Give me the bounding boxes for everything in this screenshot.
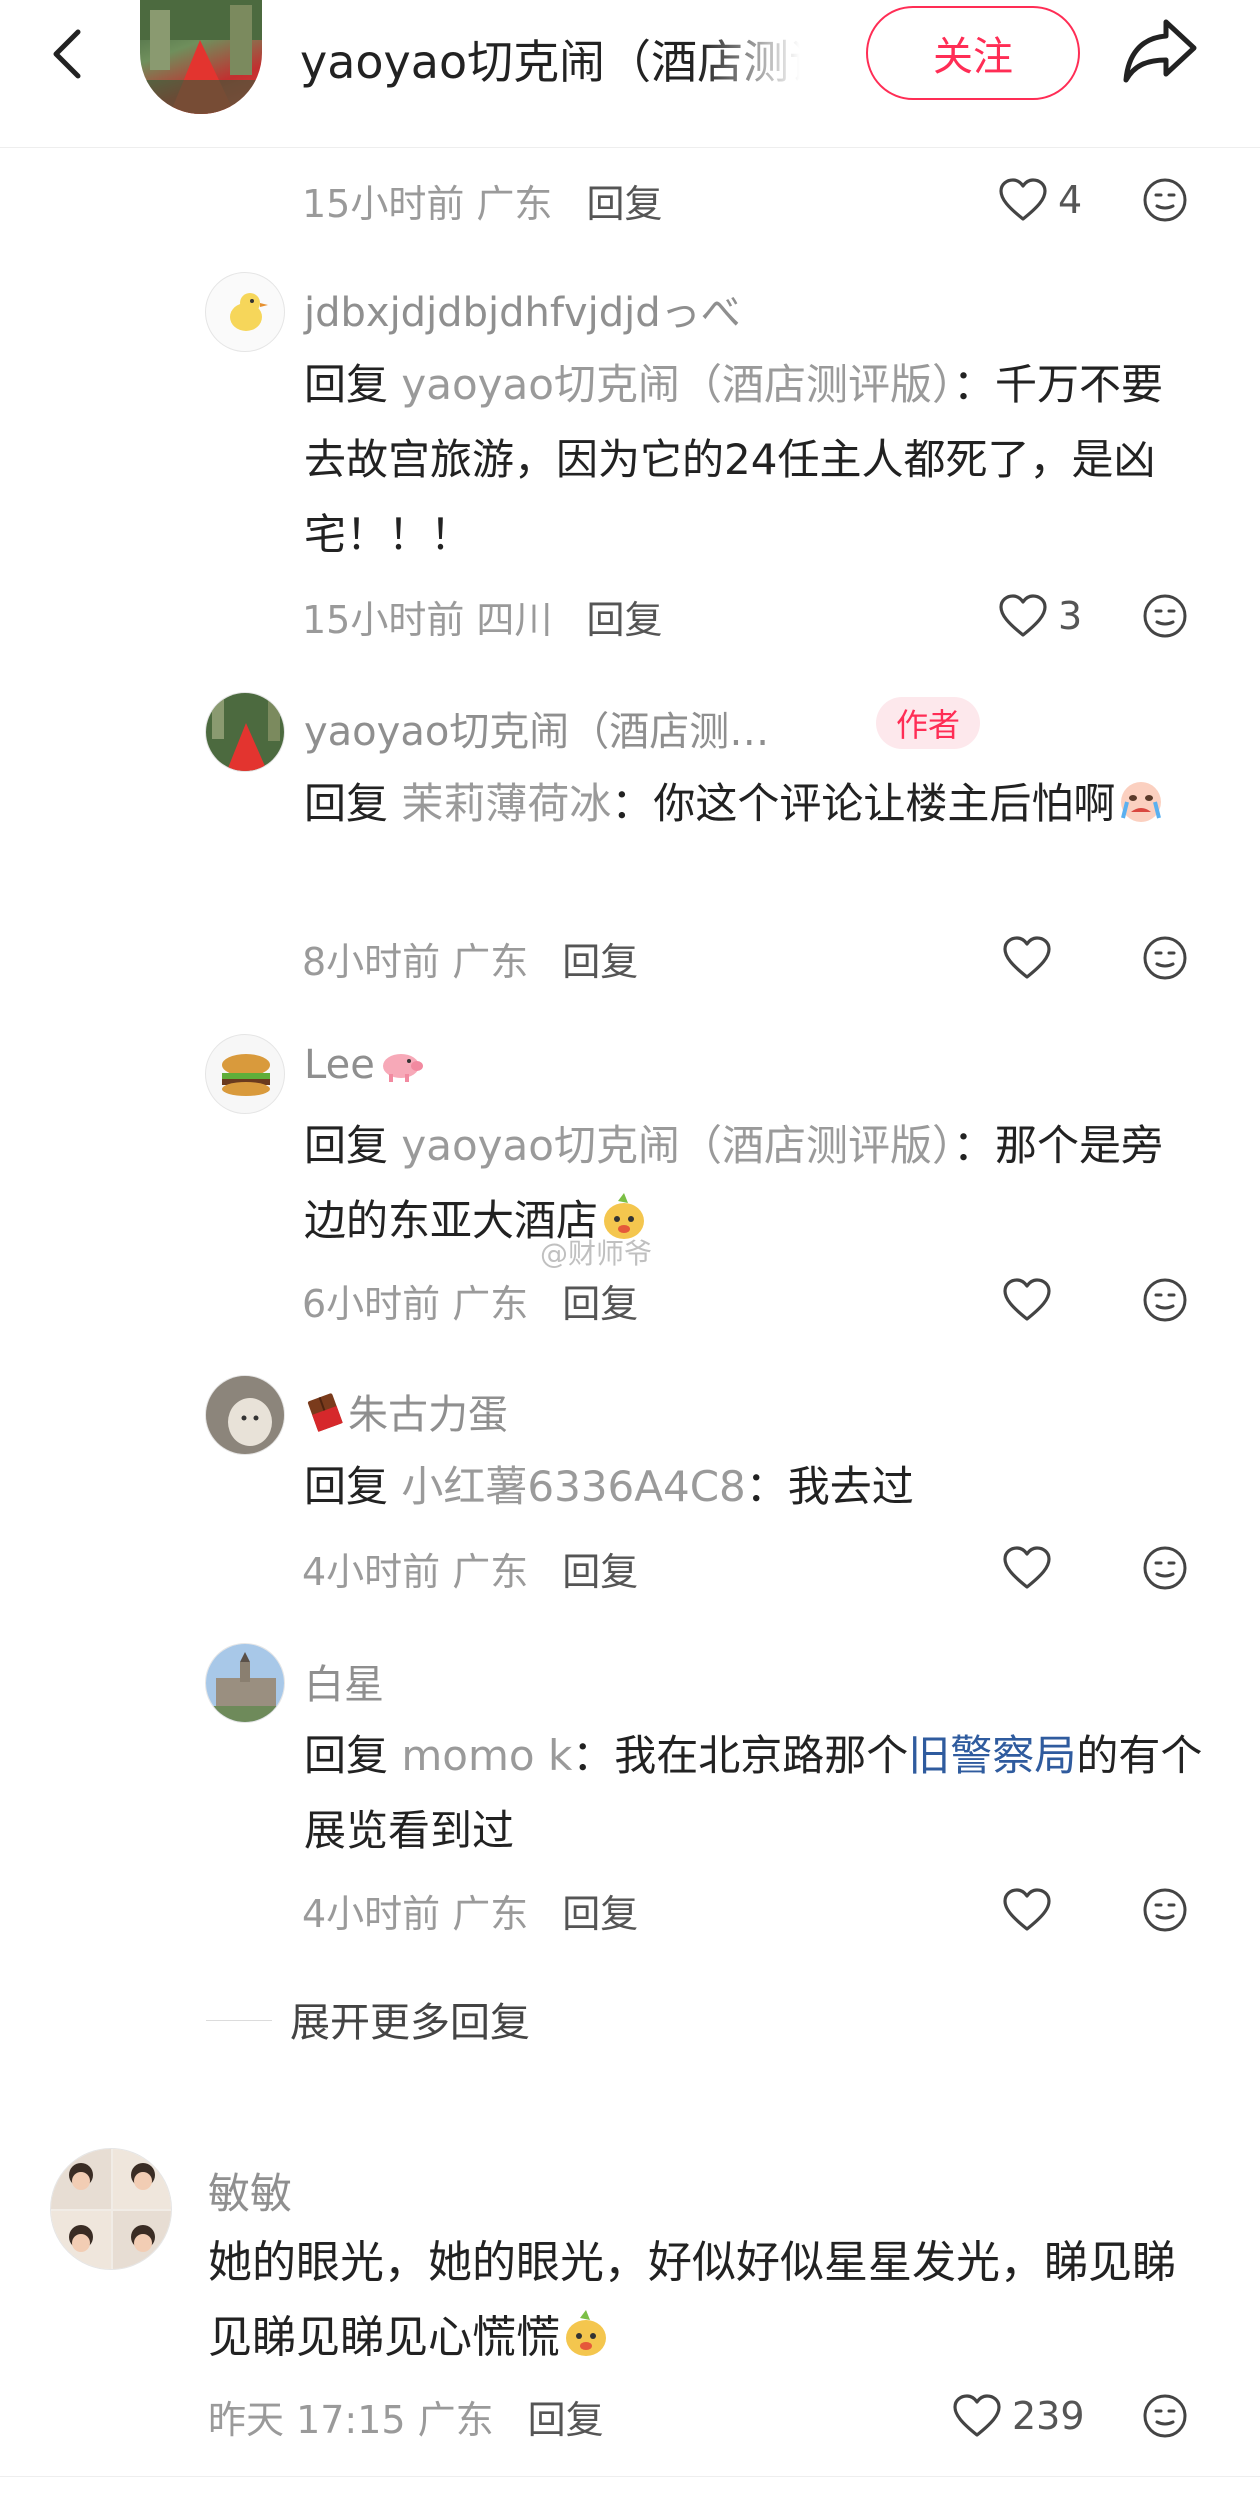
user-name[interactable]: 朱古力蛋 — [304, 1382, 508, 1440]
like-button[interactable] — [1002, 1538, 1052, 1598]
like-button[interactable] — [1002, 1270, 1052, 1330]
crying-emoji-icon — [1121, 782, 1162, 822]
reply-button[interactable]: 回复 — [562, 1883, 638, 1938]
comment-time: 15小时前 四川 — [302, 597, 553, 642]
reply-button[interactable]: 回复 — [528, 2389, 604, 2444]
reply-content: ：我去过 — [745, 1462, 914, 1511]
comment-meta: 15小时前 广东 回复 — [302, 170, 662, 230]
comment-content: 她的眼光，她的眼光，好似好似星星发光，睇见睇见睇见睇见心慌慌 — [208, 2237, 1176, 2363]
emoji-face-icon[interactable] — [1142, 2393, 1188, 2439]
reply-target[interactable]: yaoyao切克闹（酒店测评版） — [401, 360, 953, 409]
heart-icon — [1003, 1888, 1051, 1931]
comment-time: 昨天 17:15 广东 — [208, 2397, 494, 2442]
comment-time: 4小时前 广东 — [302, 1891, 529, 1936]
divider — [206, 2020, 272, 2021]
like-button[interactable]: 239 — [952, 2386, 1085, 2446]
reply-text: 回复 小红薯6336A4C8：我去过 — [304, 1449, 1204, 1524]
back-arrow-icon[interactable] — [40, 24, 100, 84]
chocolate-icon — [307, 1393, 343, 1432]
reply-prefix: 回复 — [304, 779, 389, 828]
reply-button[interactable]: 回复 — [586, 173, 662, 228]
comment-meta: 4小时前 广东 回复 — [302, 1880, 638, 1940]
comment-text: 她的眼光，她的眼光，好似好似星星发光，睇见睇见睇见睇见心慌慌 — [208, 2225, 1208, 2375]
heart-icon — [1003, 1278, 1051, 1321]
avatar[interactable] — [205, 1034, 285, 1114]
reply-target[interactable]: momo k — [401, 1731, 572, 1780]
user-name[interactable]: 敏敏 — [208, 2160, 292, 2221]
comment-time: 8小时前 广东 — [302, 939, 529, 984]
reply-text: 回复 茉莉薄荷冰：你这个评论让楼主后怕啊 — [304, 766, 1204, 841]
reply-content: ：你这个评论让楼主后怕啊 — [611, 779, 1116, 828]
top-bar: yaoyao切克闹（酒店测评版） 关注 — [0, 0, 1260, 148]
expand-more-replies[interactable]: 展开更多回复 — [290, 1990, 530, 2048]
reply-prefix: 回复 — [304, 1121, 389, 1170]
comment-time: 6小时前 广东 — [302, 1281, 529, 1326]
heart-icon — [999, 594, 1047, 637]
share-icon[interactable] — [1122, 16, 1198, 86]
comment-meta: 6小时前 广东 回复 — [302, 1270, 638, 1330]
heart-icon — [1003, 936, 1051, 979]
avatar[interactable] — [205, 1375, 285, 1455]
avatar[interactable] — [205, 272, 285, 352]
reply-target[interactable]: yaoyao切克闹（酒店测评版） — [401, 1121, 953, 1170]
reply-button[interactable]: 回复 — [562, 1273, 638, 1328]
emoji-face-icon[interactable] — [1142, 1277, 1188, 1323]
reply-prefix: 回复 — [304, 1462, 389, 1511]
emoji-face-icon[interactable] — [1142, 177, 1188, 223]
comment-meta: 4小时前 广东 回复 — [302, 1538, 638, 1598]
comment-time: 4小时前 广东 — [302, 1549, 529, 1594]
heart-icon — [1003, 1546, 1051, 1589]
avatar[interactable] — [205, 1643, 285, 1723]
avatar[interactable] — [50, 2148, 172, 2270]
pig-icon — [382, 1054, 423, 1082]
user-name[interactable]: Lee — [304, 1042, 425, 1088]
user-name[interactable]: yaoyao切克闹（酒店测… — [304, 699, 769, 757]
bird-emoji-icon — [230, 293, 268, 331]
emoji-face-icon[interactable] — [1142, 593, 1188, 639]
comment-meta: 15小时前 四川 回复 — [302, 586, 662, 646]
follow-button[interactable]: 关注 — [866, 6, 1080, 100]
user-name[interactable]: jdbxjdjdbjdhfvjdjdっべ — [304, 280, 741, 338]
reply-target[interactable]: 茉莉薄荷冰 — [401, 779, 611, 828]
user-name-text: Lee — [304, 1042, 375, 1088]
reply-button[interactable]: 回复 — [562, 931, 638, 986]
reply-button[interactable]: 回复 — [562, 1541, 638, 1596]
comment-time: 15小时前 广东 — [302, 181, 553, 226]
emoji-face-icon[interactable] — [1142, 935, 1188, 981]
reply-text: 回复 momo k：我在北京路那个旧警察局的有个展览看到过 — [304, 1718, 1204, 1868]
comment-meta: 8小时前 广东 回复 — [302, 928, 638, 988]
like-button[interactable] — [1002, 928, 1052, 988]
reply-content: ：我在北京路那个 — [572, 1731, 909, 1780]
like-count: 3 — [1058, 594, 1083, 638]
reply-prefix: 回复 — [304, 1731, 389, 1780]
like-button[interactable]: 3 — [998, 586, 1082, 646]
reply-target[interactable]: 小红薯6336A4C8 — [401, 1462, 745, 1511]
reply-button[interactable]: 回复 — [586, 589, 662, 644]
dog-emoji-icon — [566, 2310, 606, 2356]
emoji-face-icon[interactable] — [1142, 1545, 1188, 1591]
author-avatar[interactable] — [140, 0, 262, 114]
watermark: @财师爷 — [540, 1237, 653, 1270]
reply-text: 回复 yaoyao切克闹（酒店测评版）：那个是旁边的东亚大酒店 — [304, 1108, 1204, 1258]
reply-prefix: 回复 — [304, 360, 389, 409]
emoji-face-icon[interactable] — [1142, 1887, 1188, 1933]
reply-text: 回复 yaoyao切克闹（酒店测评版）：千万不要去故宫旅游，因为它的24任主人都… — [304, 347, 1204, 572]
user-name-text: 朱古力蛋 — [348, 1392, 508, 1438]
heart-icon — [953, 2394, 1001, 2437]
like-count: 4 — [1058, 178, 1083, 222]
like-count: 239 — [1012, 2394, 1085, 2438]
author-badge: 作者 — [876, 697, 980, 749]
heart-icon — [999, 178, 1047, 221]
divider — [0, 2476, 1260, 2477]
search-link[interactable]: 旧警察局 — [908, 1731, 1076, 1780]
like-button[interactable]: 4 — [998, 170, 1082, 230]
like-button[interactable] — [1002, 1880, 1052, 1940]
avatar[interactable] — [205, 692, 285, 772]
user-name[interactable]: 白星 — [304, 1652, 384, 1710]
author-name[interactable]: yaoyao切克闹（酒店测评版） — [300, 26, 800, 92]
comment-meta: 昨天 17:15 广东 回复 — [208, 2386, 604, 2446]
